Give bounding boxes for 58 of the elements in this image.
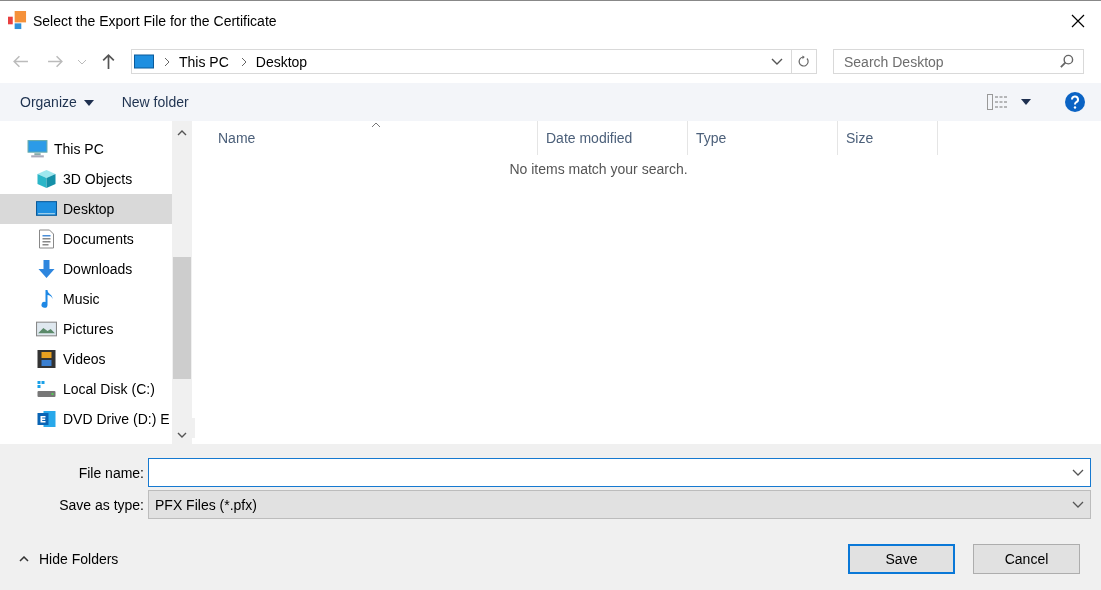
app-icon <box>8 11 27 30</box>
cube-icon <box>36 169 57 189</box>
view-options-icon[interactable] <box>987 94 1009 110</box>
help-icon[interactable] <box>1065 92 1085 112</box>
scrollbar[interactable] <box>172 121 192 444</box>
picture-icon <box>36 319 57 339</box>
field-label: Save as type: <box>58 496 145 513</box>
scrollbar-thumb[interactable] <box>173 257 191 379</box>
sidebar-item[interactable]: Downloads <box>0 254 172 284</box>
search-field[interactable]: Search Desktop <box>833 49 1084 74</box>
sidebar-item[interactable]: 3D Objects <box>0 164 172 194</box>
sidebar-item[interactable]: Videos <box>0 344 172 374</box>
desktop-icon <box>36 199 57 219</box>
column-header[interactable]: Name <box>196 121 538 155</box>
save-button[interactable]: Save <box>848 544 955 574</box>
sidebar-item[interactable]: DVD Drive (D:) E <box>0 404 172 434</box>
sort-caret-icon <box>371 122 381 128</box>
drive-icon <box>36 379 57 399</box>
column-header[interactable]: Type <box>688 121 838 155</box>
chevron-down-icon[interactable] <box>1072 500 1084 509</box>
sidebar-item[interactable]: Pictures <box>0 314 172 344</box>
column-header[interactable]: Date modified <box>538 121 688 155</box>
up-arrow-icon[interactable] <box>100 53 117 70</box>
chevron-up-icon <box>19 556 29 562</box>
cancel-button[interactable]: Cancel <box>973 544 1080 574</box>
caret-icon[interactable] <box>1021 99 1031 105</box>
sidebar-item[interactable]: Desktop <box>0 194 172 224</box>
breadcrumb[interactable]: This PC <box>179 53 229 70</box>
hide-folders-button[interactable]: Hide Folders <box>13 550 125 568</box>
chevron-up-icon[interactable] <box>177 130 187 136</box>
chevron-right-icon <box>164 56 170 67</box>
breadcrumb[interactable]: Desktop <box>255 53 308 70</box>
file-type-dropdown[interactable]: PFX Files (*.pfx) <box>148 490 1091 519</box>
document-icon <box>36 229 57 249</box>
chevron-down-icon[interactable] <box>1072 468 1084 477</box>
sidebar-item[interactable]: This PC <box>0 134 172 164</box>
search-icon <box>1059 54 1074 69</box>
field-label: File name: <box>77 464 145 481</box>
column-header[interactable]: Size <box>838 121 938 155</box>
computer-icon <box>27 139 48 159</box>
close-icon <box>1071 13 1085 28</box>
chevron-right-icon <box>240 56 247 67</box>
empty-message: No items match your search. <box>508 161 689 177</box>
exchange-icon <box>36 409 57 429</box>
new-folder-button[interactable]: New folder <box>113 90 197 114</box>
sidebar-item[interactable]: Documents <box>0 224 172 254</box>
sidebar-item[interactable]: Music <box>0 284 172 314</box>
down-arrow-icon <box>36 259 57 279</box>
desktop-icon <box>134 53 154 70</box>
refresh-icon <box>798 54 810 69</box>
film-icon <box>36 349 57 369</box>
file-name-field[interactable] <box>148 458 1091 487</box>
caret-icon <box>83 100 94 107</box>
window-title: Select the Export File for the Certificate <box>33 12 278 29</box>
address-bar[interactable]: This PC Desktop <box>131 49 817 74</box>
sidebar-item[interactable]: Local Disk (C:) <box>0 374 172 404</box>
chevron-down-icon[interactable] <box>771 57 783 66</box>
organize-menu[interactable]: Organize <box>12 90 102 114</box>
